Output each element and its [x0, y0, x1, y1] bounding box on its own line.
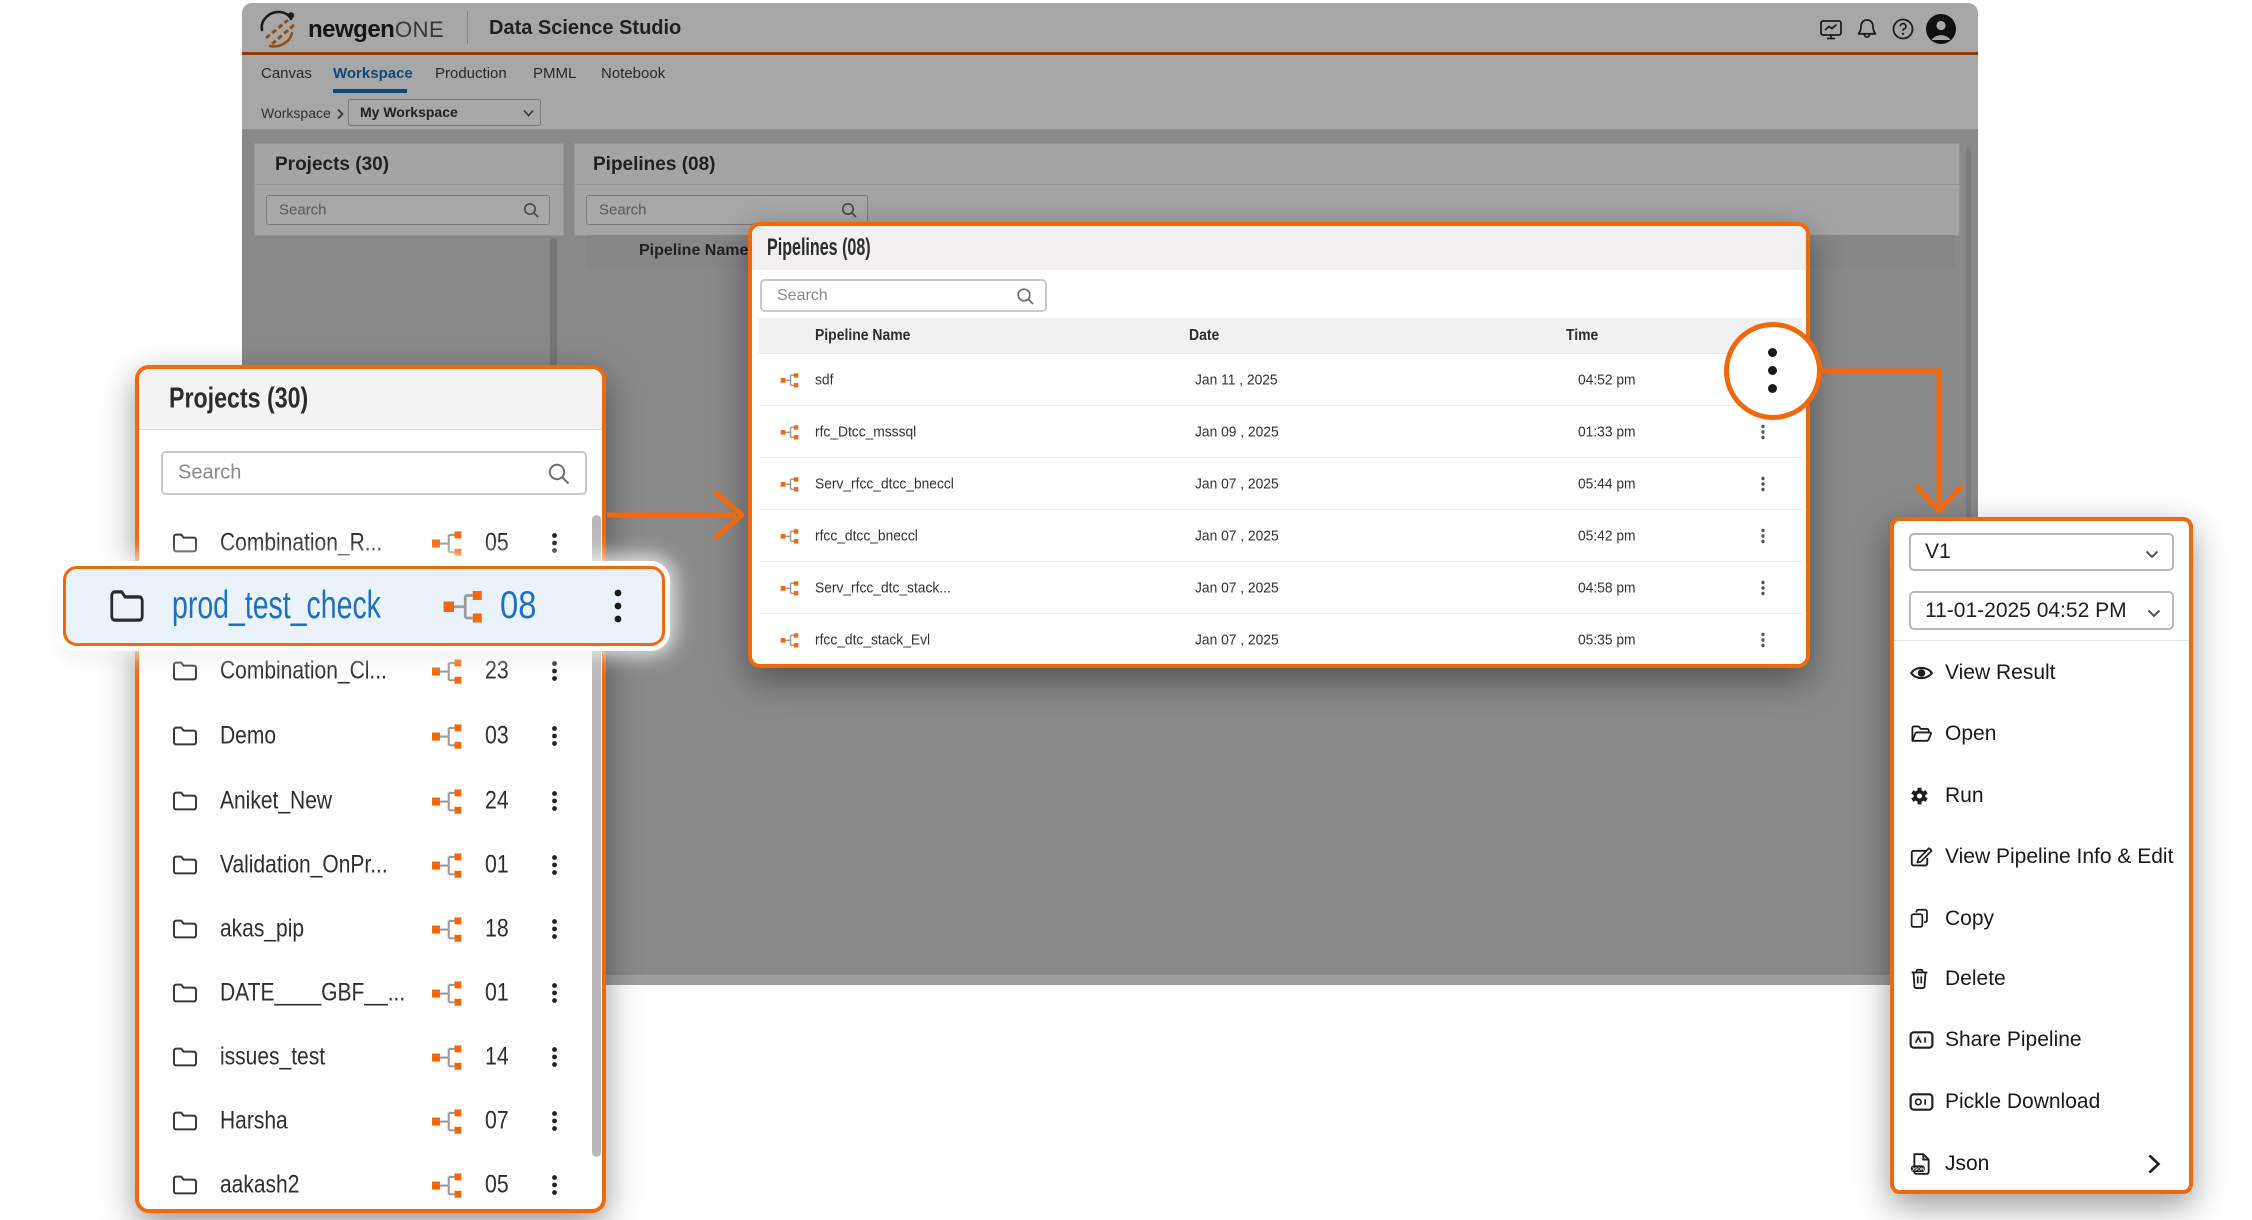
- svg-text:JSON: JSON: [1911, 1166, 1925, 1172]
